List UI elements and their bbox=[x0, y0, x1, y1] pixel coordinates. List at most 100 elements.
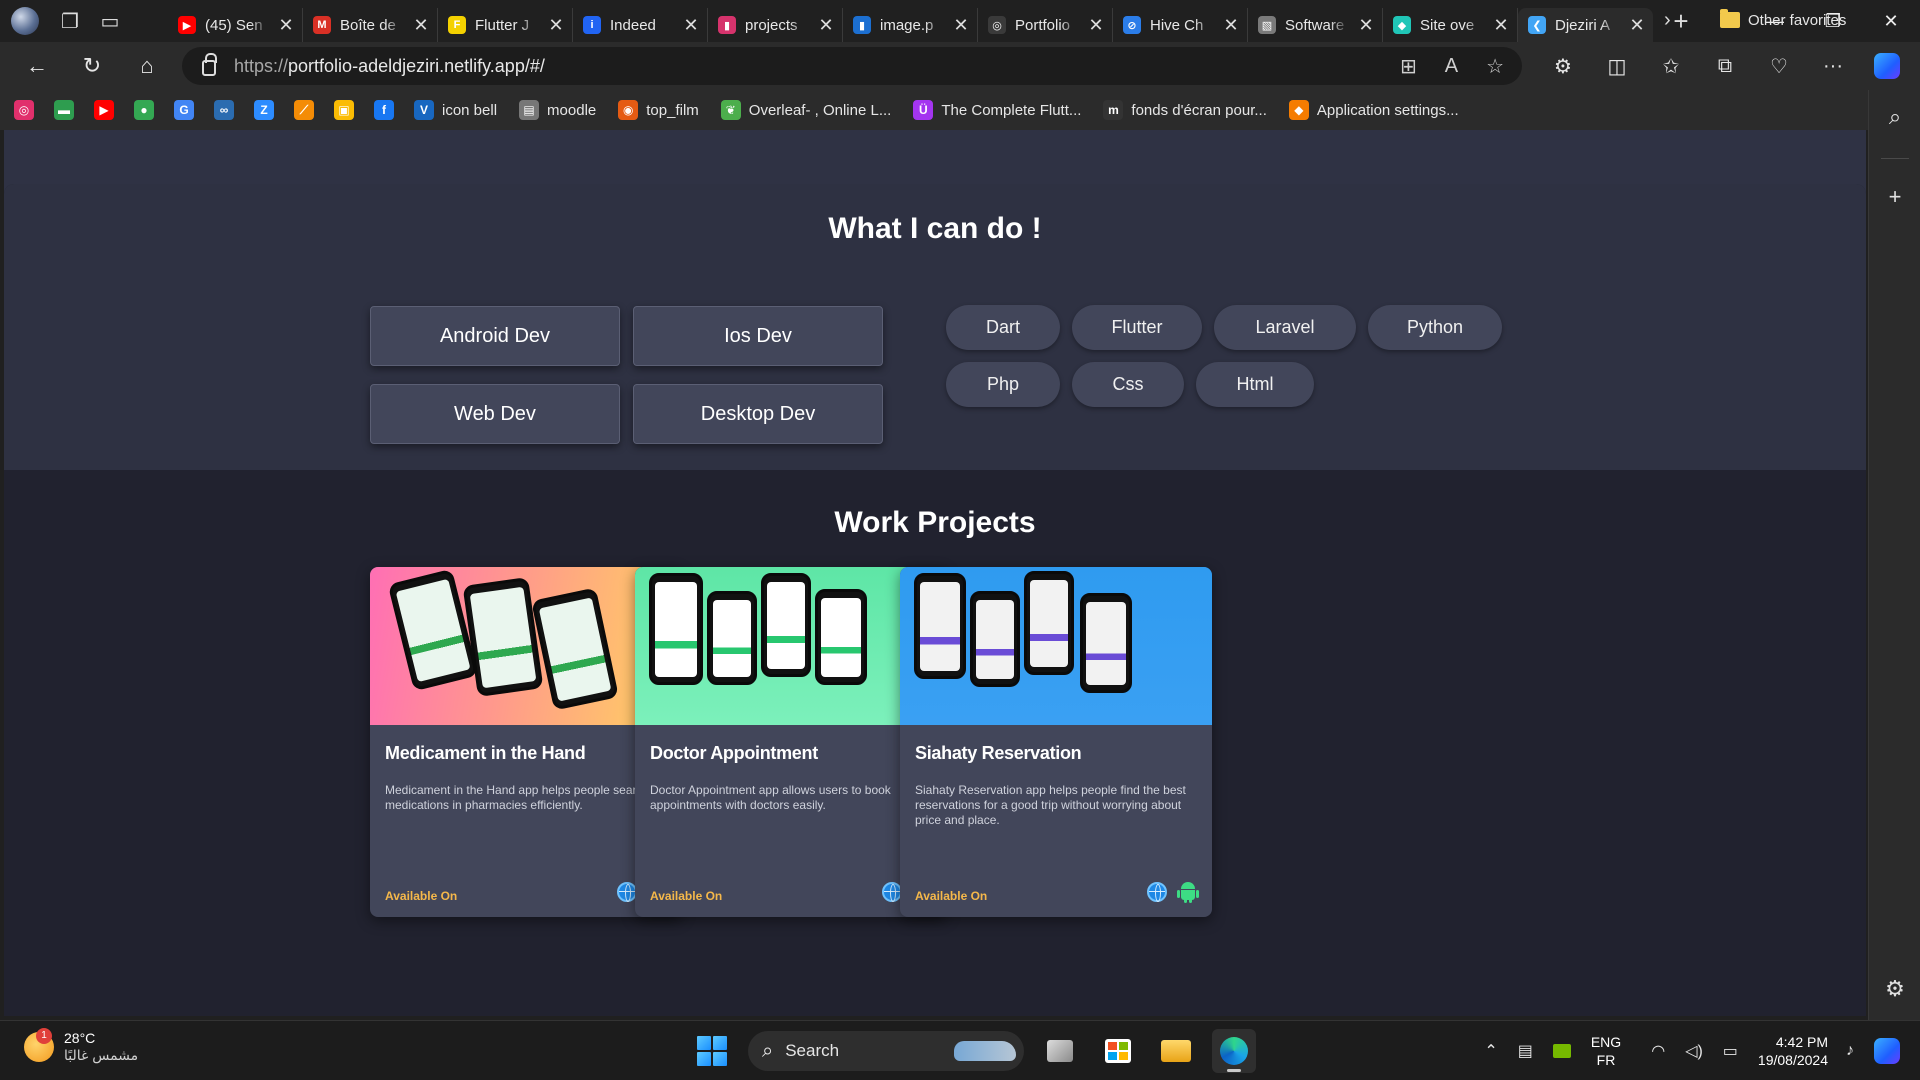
tab-close-icon[interactable]: ✕ bbox=[1358, 15, 1374, 36]
browser-essentials-icon[interactable]: ♡ bbox=[1758, 54, 1800, 79]
favorite-link[interactable]: m fonds d'écran pour... bbox=[1103, 100, 1267, 120]
more-menu-icon[interactable]: ··· bbox=[1812, 55, 1854, 78]
project-description: Doctor Appointment app allows users to b… bbox=[650, 783, 891, 812]
split-screen-icon[interactable]: ◫ bbox=[1596, 54, 1638, 79]
green-bookmark-icon[interactable]: ▬ bbox=[54, 100, 74, 120]
refresh-button[interactable]: ↻ bbox=[69, 46, 115, 86]
edge-taskbar-button[interactable] bbox=[1212, 1029, 1256, 1073]
nvidia-icon[interactable] bbox=[1552, 1044, 1571, 1058]
service-ios-dev[interactable]: Ios Dev bbox=[633, 306, 883, 366]
profile-button[interactable] bbox=[0, 0, 50, 42]
wifi-icon[interactable]: ◠ bbox=[1651, 1041, 1665, 1061]
search-highlight-icon bbox=[954, 1041, 1016, 1061]
browser-tab[interactable]: M Boîte de ✕ bbox=[303, 8, 438, 42]
browser-tab[interactable]: ▧ Software ✕ bbox=[1248, 8, 1383, 42]
page-content: What I can do ! Android Dev Ios Dev Web … bbox=[4, 184, 1866, 1016]
favorite-link[interactable]: ▤ moodle bbox=[519, 100, 596, 120]
skill-chip-laravel[interactable]: Laravel bbox=[1214, 305, 1356, 350]
app-available-icon[interactable]: ⊞ bbox=[1400, 54, 1417, 79]
favorite-link[interactable]: ◆ Application settings... bbox=[1288, 100, 1459, 120]
android-icon[interactable] bbox=[1177, 881, 1199, 903]
skill-chip-python[interactable]: Python bbox=[1368, 305, 1502, 350]
favorite-link[interactable]: Vicon bell bbox=[414, 100, 497, 120]
notification-bell-icon[interactable]: ♪ bbox=[1846, 1042, 1854, 1060]
address-bar[interactable]: https://portfolio-adeldjeziri.netlify.ap… bbox=[182, 47, 1522, 85]
favorites-icon[interactable]: ✩ bbox=[1650, 54, 1692, 79]
task-view-button[interactable] bbox=[1038, 1029, 1082, 1073]
taskbar-search[interactable]: ⌕ Search bbox=[748, 1031, 1024, 1071]
browser-tab[interactable]: F Flutter J ✕ bbox=[438, 8, 573, 42]
read-aloud-icon[interactable]: A bbox=[1445, 55, 1458, 78]
instagram-icon[interactable]: ◎ bbox=[14, 100, 34, 120]
language-indicator[interactable]: ENG FR bbox=[1591, 1033, 1621, 1069]
favorite-link[interactable]: ◉ top_film bbox=[618, 100, 699, 120]
skill-chip-php[interactable]: Php bbox=[946, 362, 1060, 407]
browser-tab[interactable]: ◎ Portfolio ✕ bbox=[978, 8, 1113, 42]
tab-close-icon[interactable]: ✕ bbox=[1629, 15, 1645, 36]
skill-chip-flutter[interactable]: Flutter bbox=[1072, 305, 1202, 350]
clock[interactable]: 4:42 PM 19/08/2024 bbox=[1758, 1033, 1828, 1069]
favorites-overflow-chevron-icon[interactable]: › bbox=[1664, 0, 1671, 40]
tray-overflow-chevron-icon[interactable]: ⌃ bbox=[1484, 1041, 1497, 1061]
start-button[interactable] bbox=[690, 1029, 734, 1073]
google-maps-icon[interactable]: ● bbox=[134, 100, 154, 120]
skill-chip-dart[interactable]: Dart bbox=[946, 305, 1060, 350]
extensions-icon[interactable]: ⚙ bbox=[1542, 54, 1584, 79]
tab-close-icon[interactable]: ✕ bbox=[818, 15, 834, 36]
browser-tab[interactable]: ❮ Djeziri A ✕ bbox=[1518, 8, 1653, 42]
service-web-dev[interactable]: Web Dev bbox=[370, 384, 620, 444]
sidebar-settings-icon[interactable]: ⚙ bbox=[1869, 976, 1920, 1002]
weather-widget[interactable]: 1 28°C مشمس غالبًا bbox=[24, 1027, 138, 1064]
sidebar-add-icon[interactable]: + bbox=[1869, 184, 1920, 210]
collections-icon[interactable]: ⧉ bbox=[1704, 55, 1746, 78]
browser-tab[interactable]: ▶ (45) Sen ✕ bbox=[168, 8, 303, 42]
favorite-link[interactable]: ❦ Overleaf- , Online L... bbox=[720, 100, 891, 120]
file-explorer-button[interactable] bbox=[1154, 1029, 1198, 1073]
service-android-dev[interactable]: Android Dev bbox=[370, 306, 620, 366]
other-favorites-folder[interactable]: Other favorites bbox=[1720, 0, 1846, 40]
tab-close-icon[interactable]: ✕ bbox=[1493, 15, 1509, 36]
close-window-button[interactable]: ✕ bbox=[1862, 0, 1920, 42]
service-desktop-dev[interactable]: Desktop Dev bbox=[633, 384, 883, 444]
copilot-button[interactable] bbox=[1866, 53, 1908, 79]
home-button[interactable]: ⌂ bbox=[124, 46, 170, 86]
tab-close-icon[interactable]: ✕ bbox=[548, 15, 564, 36]
skill-chip-css[interactable]: Css bbox=[1072, 362, 1184, 407]
tab-close-icon[interactable]: ✕ bbox=[683, 15, 699, 36]
kotlin-icon[interactable]: ⟋ bbox=[294, 100, 314, 120]
overleaf-icon: ❦ bbox=[720, 100, 741, 120]
favorite-link[interactable]: Ü The Complete Flutt... bbox=[913, 100, 1081, 120]
photos-icon[interactable]: ▣ bbox=[334, 100, 354, 120]
tab-actions-icon[interactable]: ▭ bbox=[90, 0, 130, 42]
sidebar-search-icon[interactable]: ⌕ bbox=[1869, 104, 1920, 130]
tab-title: Portfolio bbox=[1015, 16, 1071, 34]
web-globe-icon[interactable] bbox=[1147, 882, 1167, 902]
copilot-taskbar-icon[interactable] bbox=[1874, 1038, 1900, 1064]
volume-icon[interactable]: ◁) bbox=[1685, 1041, 1703, 1061]
browser-tab[interactable]: ▮ image.p ✕ bbox=[843, 8, 978, 42]
tab-close-icon[interactable]: ✕ bbox=[1088, 15, 1104, 36]
browser-tab[interactable]: ▮ projects ✕ bbox=[708, 8, 843, 42]
project-card[interactable]: Siahaty Reservation Siahaty Reservation a… bbox=[900, 567, 1212, 917]
favorite-star-icon[interactable]: ☆ bbox=[1486, 54, 1504, 79]
web-globe-icon[interactable] bbox=[882, 882, 902, 902]
tab-close-icon[interactable]: ✕ bbox=[1223, 15, 1239, 36]
zoom-icon[interactable]: Z bbox=[254, 100, 274, 120]
back-button[interactable]: ← bbox=[14, 46, 60, 86]
deepl-icon[interactable]: ∞ bbox=[214, 100, 234, 120]
battery-icon[interactable]: ▭ bbox=[1723, 1041, 1738, 1061]
youtube-icon[interactable]: ▶ bbox=[94, 100, 114, 120]
web-globe-icon[interactable] bbox=[617, 882, 637, 902]
tab-close-icon[interactable]: ✕ bbox=[413, 15, 429, 36]
store-button[interactable] bbox=[1096, 1029, 1140, 1073]
tab-close-icon[interactable]: ✕ bbox=[953, 15, 969, 36]
browser-tab[interactable]: ⊘ Hive Ch ✕ bbox=[1113, 8, 1248, 42]
tray-app-icon[interactable]: ▤ bbox=[1518, 1041, 1533, 1061]
workspaces-icon[interactable]: ❐ bbox=[50, 0, 90, 42]
tab-close-icon[interactable]: ✕ bbox=[278, 15, 294, 36]
browser-tab[interactable]: ◆ Site ove ✕ bbox=[1383, 8, 1518, 42]
google-translate-icon[interactable]: G bbox=[174, 100, 194, 120]
browser-tab[interactable]: i Indeed ✕ bbox=[573, 8, 708, 42]
facebook-icon[interactable]: f bbox=[374, 100, 394, 120]
skill-chip-html[interactable]: Html bbox=[1196, 362, 1314, 407]
